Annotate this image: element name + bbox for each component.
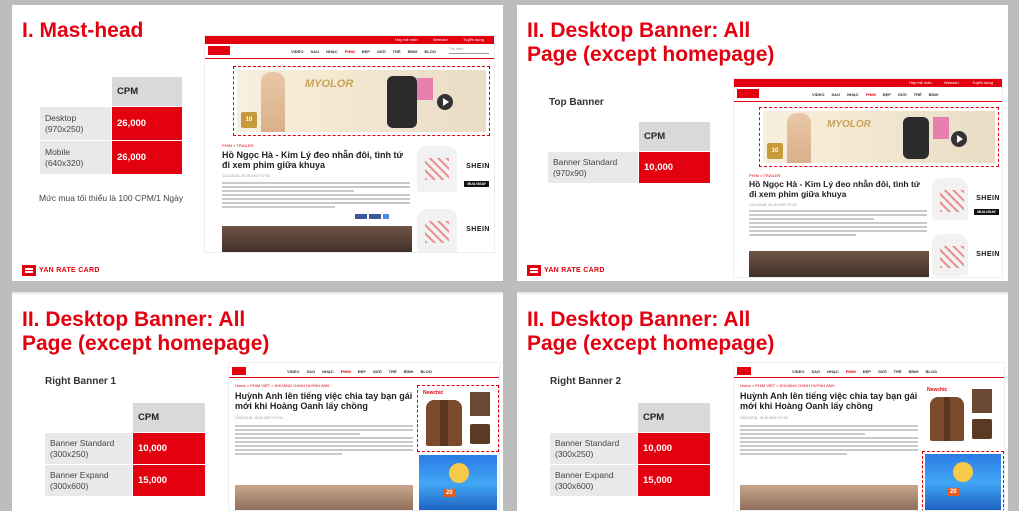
article-headline: Hồ Ngọc Hà - Kim Lý đeo nhẫn đôi, tình t…: [222, 150, 404, 171]
preview-nav: VIDEO SAO NHẠC PHIM ĐẸP GIỚI TRẺ BÌNH BL…: [291, 49, 437, 54]
slide-title: II. Desktop Banner: All Page (except home…: [527, 308, 775, 355]
shein-ad: SHEIN: [930, 231, 1002, 277]
yan-logo-icon: [22, 265, 36, 276]
cpm-header: CPM: [111, 76, 183, 107]
site-preview: VIDEO SAO NHẠC PHIM ĐẸP GIỚI TRẺ BÌNH BL…: [228, 362, 500, 511]
slide-subtitle: Right Banner 1: [45, 376, 117, 387]
rate-table: CPM Banner Standard (300x250) 10,000 Bann…: [549, 402, 711, 497]
play-icon: [951, 131, 967, 147]
yan-logo: [232, 367, 246, 375]
row-label: Banner Standard (970x90): [547, 151, 639, 184]
cpm-value: 26,000: [111, 140, 183, 175]
top-banner-ad-slot: MYOLOR 10: [759, 107, 999, 167]
article-headline: Huỳnh Anh lên tiếng việc chia tay bạn gá…: [740, 391, 918, 412]
masthead-banner: MYOLOR 10: [237, 70, 486, 132]
cpm-value: 10,000: [638, 151, 711, 184]
cpm-header: CPM: [637, 402, 711, 433]
row-label: Banner Standard (300x250): [44, 432, 133, 465]
slide-masthead[interactable]: I. Mast-head CPM Desktop (970x250) 26,000…: [12, 5, 503, 281]
cpm-header: CPM: [638, 121, 711, 152]
footer-logo: YAN RATE CARD: [22, 265, 100, 276]
rate-table: CPM Desktop (970x250) 26,000 Mobile (640x3…: [39, 76, 183, 175]
cpm-value: 15,000: [637, 464, 711, 497]
slide-title: II. Desktop Banner: All Page (except home…: [22, 308, 270, 355]
row-label: Desktop (970x250): [39, 106, 112, 141]
right-banner-2-slot: 20: [922, 451, 1004, 510]
search-input: Tìm kiếm: [449, 47, 489, 54]
cpm-header: CPM: [132, 402, 206, 433]
masthead-ad-slot: MYOLOR 10: [233, 66, 490, 136]
article-photo: [222, 226, 412, 252]
row-label: Mobile (640x320): [39, 140, 112, 175]
cpm-value: 10,000: [637, 432, 711, 465]
play-icon: [437, 94, 453, 110]
cpm-value: 26,000: [111, 106, 183, 141]
game-ad: 20: [419, 455, 497, 510]
slide-title: I. Mast-head: [22, 19, 144, 42]
row-label: Banner Standard (300x250): [549, 432, 638, 465]
slide-right-banner-1[interactable]: II. Desktop Banner: All Page (except home…: [12, 292, 503, 511]
yan-logo: [208, 46, 230, 55]
cpm-value: 10,000: [132, 432, 206, 465]
row-label: Banner Expand (300x600): [44, 464, 133, 497]
game-ad: 20: [925, 454, 1001, 510]
slide-subtitle: Right Banner 2: [550, 376, 622, 387]
rate-table: CPM Banner Standard (300x250) 10,000 Bann…: [44, 402, 206, 497]
site-preview: Hay mê mấn Weezari Tuyển dụng VIDEO SAO …: [204, 35, 495, 253]
article-headline: Hồ Ngọc Hà - Kim Lý đeo nhẫn đôi, tình t…: [749, 179, 920, 199]
site-preview: VIDEO SAO NHẠC PHIM ĐẸP GIỚI TRẺ BÌNH BL…: [733, 362, 1005, 511]
yan-logo: [737, 89, 759, 98]
row-label: Banner Expand (300x600): [549, 464, 638, 497]
shein-ad: SHEIN MUA NGAY: [930, 175, 1002, 225]
shein-ad: SHEIN MUA NGAY: [415, 143, 492, 197]
site-preview: Hay mê mấn Weezari Tuyển dụng VIDEO SAO …: [733, 78, 1003, 278]
preview-topbar: Hay mê mấn Weezari Tuyển dụng: [205, 36, 494, 44]
slide-subtitle: Top Banner: [549, 97, 604, 108]
rate-table: CPM Banner Standard (970x90) 10,000: [547, 121, 711, 184]
slide-right-banner-2[interactable]: II. Desktop Banner: All Page (except home…: [517, 292, 1008, 511]
slide-title: II. Desktop Banner: All Page (except home…: [527, 19, 775, 66]
min-purchase-note: Mức mua tối thiểu là 100 CPM/1 Ngày: [39, 193, 184, 203]
footer-logo: YAN RATE CARD: [527, 265, 605, 276]
cpm-value: 15,000: [132, 464, 206, 497]
shein-ad: SHEIN: [415, 206, 492, 252]
slide-grid: I. Mast-head CPM Desktop (970x250) 26,000…: [0, 0, 1019, 511]
article-headline: Huỳnh Anh lên tiếng việc chia tay bạn gá…: [235, 391, 413, 412]
right-banner-1-slot: Newchic: [417, 385, 499, 452]
slide-top-banner[interactable]: II. Desktop Banner: All Page (except home…: [517, 5, 1008, 281]
yan-logo-icon: [527, 265, 541, 276]
yan-logo: [737, 367, 751, 375]
